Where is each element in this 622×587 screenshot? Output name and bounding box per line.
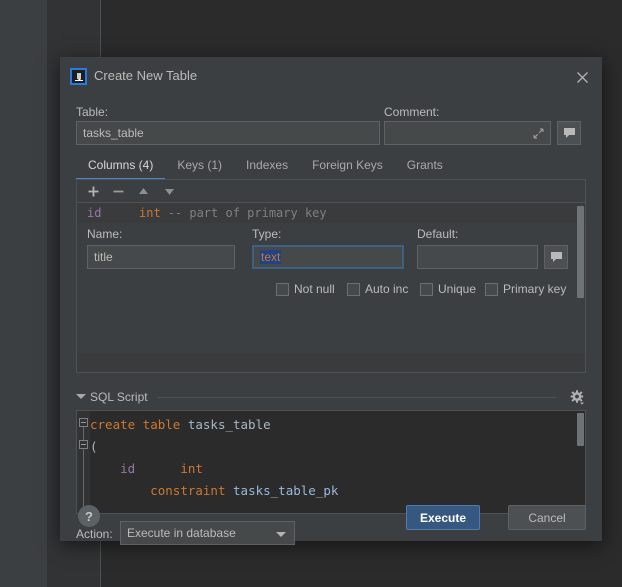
column-editor: Name: title Type: text Default: Not null… — [77, 223, 585, 353]
tab-foreign-keys[interactable]: Foreign Keys — [300, 155, 395, 177]
columns-scrollbar-thumb[interactable] — [577, 206, 584, 298]
dialog-titlebar: IJ Create New Table — [60, 57, 602, 97]
action-select[interactable]: Execute in database — [120, 521, 295, 545]
cancel-button[interactable]: Cancel — [508, 505, 586, 530]
sql-scrollbar[interactable] — [576, 411, 584, 513]
column-default-label: Default: — [417, 227, 459, 241]
columns-toolbar — [77, 180, 585, 203]
sql-token: tasks_table_pk — [233, 483, 339, 498]
column-name-value: title — [94, 250, 113, 264]
column-type-value: text — [260, 250, 282, 264]
column-type-input[interactable]: text — [252, 245, 404, 269]
checkbox-label-not-null: Not null — [294, 282, 335, 296]
table-name-value: tasks_table — [83, 126, 144, 140]
comment-bubble-icon[interactable] — [557, 121, 581, 145]
add-column-button[interactable] — [85, 183, 102, 200]
column-name-label: Name: — [87, 227, 123, 241]
comment-input[interactable] — [384, 121, 551, 145]
chevron-down-icon[interactable] — [76, 394, 86, 399]
create-new-table-dialog: IJ Create New Table Table: tasks_table C… — [60, 57, 602, 545]
checkbox-box-primary-key[interactable] — [485, 282, 498, 296]
checkbox-box-not-null[interactable] — [276, 282, 289, 296]
gear-icon[interactable] — [568, 388, 586, 406]
table-row[interactable]: id int -- part of primary key — [77, 203, 585, 223]
columns-scrollbar[interactable] — [576, 203, 584, 372]
move-up-button[interactable] — [135, 183, 152, 200]
tab-grants[interactable]: Grants — [395, 155, 455, 177]
column-type: int — [139, 206, 161, 220]
sql-token: create table — [90, 417, 188, 432]
comment-label: Comment: — [384, 105, 440, 119]
sql-token: id — [120, 461, 136, 476]
move-down-button[interactable] — [161, 183, 178, 200]
sql-line: ( — [90, 436, 575, 458]
fold-marker[interactable] — [79, 440, 88, 449]
sql-token: int — [180, 461, 203, 476]
sql-token: tasks_table — [187, 417, 271, 432]
close-icon[interactable] — [572, 67, 592, 87]
sql-script-divider — [158, 397, 556, 398]
fold-line — [83, 449, 84, 513]
checkbox-not-null[interactable]: Not null — [276, 282, 335, 296]
fold-marker[interactable] — [79, 418, 88, 427]
tab-keys[interactable]: Keys (1) — [165, 155, 234, 177]
sql-scrollbar-thumb[interactable] — [577, 413, 584, 446]
column-default-input[interactable] — [417, 245, 538, 269]
columns-list[interactable]: id int -- part of primary key Name: titl… — [77, 203, 585, 372]
table-name-input[interactable]: tasks_table — [76, 121, 380, 145]
action-select-value: Execute in database — [127, 526, 236, 540]
sql-code-text: create table tasks_table ( id int constra… — [90, 414, 575, 513]
table-editor-tabs: Columns (4) Keys (1) Indexes Foreign Key… — [76, 155, 455, 180]
checkbox-auto-inc[interactable]: Auto inc — [347, 282, 408, 296]
checkbox-box-unique[interactable] — [420, 282, 433, 296]
expand-icon[interactable] — [533, 128, 544, 139]
sql-token: ( — [90, 439, 98, 454]
tab-indexes[interactable]: Indexes — [234, 155, 300, 177]
default-comment-bubble-icon[interactable] — [544, 245, 568, 269]
chevron-down-icon[interactable] — [276, 532, 286, 537]
remove-column-button[interactable] — [110, 183, 127, 200]
intellij-logo-icon: IJ — [70, 68, 87, 85]
table-label: Table: — [76, 105, 109, 119]
help-button[interactable]: ? — [78, 505, 100, 527]
columns-panel: id int -- part of primary key Name: titl… — [76, 179, 586, 373]
sql-script-label: SQL Script — [90, 390, 148, 404]
sql-script-editor[interactable]: create table tasks_table ( id int constra… — [76, 410, 586, 514]
column-name-input[interactable]: title — [87, 245, 235, 269]
fold-line — [83, 427, 84, 440]
checkbox-unique[interactable]: Unique — [420, 282, 476, 296]
execute-button[interactable]: Execute — [406, 505, 480, 530]
checkbox-box-auto-inc[interactable] — [347, 282, 360, 296]
column-comment: -- part of primary key — [167, 206, 327, 220]
tab-columns[interactable]: Columns (4) — [76, 155, 166, 180]
checkbox-label-auto-inc: Auto inc — [365, 282, 409, 296]
sql-line: create table tasks_table — [90, 414, 575, 436]
sql-token: constraint — [150, 483, 234, 498]
checkbox-label-primary-key: Primary key — [503, 282, 567, 296]
sql-line: constraint tasks_table_pk — [90, 480, 575, 502]
sql-editor-gutter — [77, 411, 90, 513]
dialog-title: Create New Table — [94, 68, 198, 83]
sql-line: id int — [90, 458, 575, 480]
checkbox-primary-key[interactable]: Primary key — [485, 282, 566, 296]
sql-script-header: SQL Script — [76, 388, 586, 406]
column-name: id — [87, 206, 102, 220]
checkbox-label-unique: Unique — [438, 282, 477, 296]
action-label: Action: — [76, 527, 113, 541]
intellij-logo-underline — [75, 79, 83, 81]
column-type-label: Type: — [252, 227, 282, 241]
